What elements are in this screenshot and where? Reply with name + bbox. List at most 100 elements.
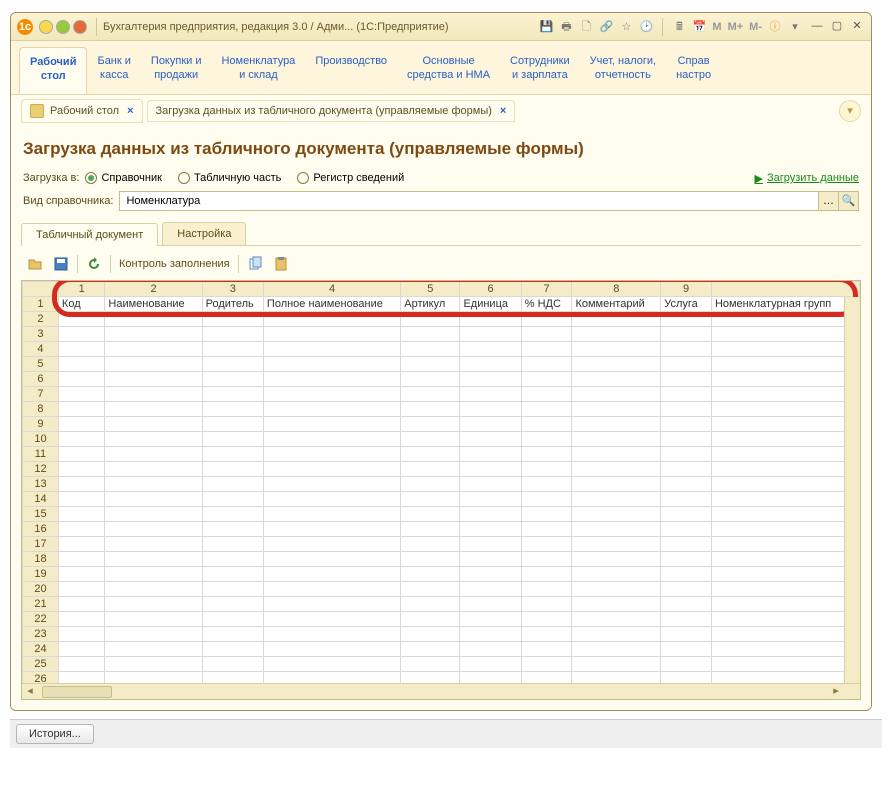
cell[interactable] [401,566,460,581]
cell[interactable] [263,536,400,551]
cell[interactable] [572,551,661,566]
cell[interactable] [460,326,521,341]
cell[interactable] [661,446,712,461]
col-header[interactable]: 9 [661,281,712,296]
cell[interactable] [572,626,661,641]
nav-nomenclature[interactable]: Номенклатураи склад [211,47,305,94]
cell[interactable] [460,581,521,596]
cell[interactable] [661,581,712,596]
cell[interactable] [105,326,202,341]
cell[interactable] [202,626,263,641]
cell[interactable] [661,371,712,386]
cell[interactable] [263,641,400,656]
row-header[interactable]: 17 [23,536,59,551]
cell[interactable] [460,371,521,386]
cell[interactable] [711,551,859,566]
cell[interactable] [263,326,400,341]
row-header[interactable]: 7 [23,386,59,401]
cell[interactable] [105,386,202,401]
header-cell[interactable]: Полное наименование [263,296,400,311]
cell[interactable] [711,371,859,386]
cell[interactable] [58,581,104,596]
cell[interactable] [58,491,104,506]
cell[interactable] [521,446,572,461]
cell[interactable] [711,491,859,506]
cell[interactable] [711,566,859,581]
header-cell[interactable]: Наименование [105,296,202,311]
cell[interactable] [572,326,661,341]
row-header[interactable]: 6 [23,371,59,386]
cell[interactable] [711,476,859,491]
cell[interactable] [105,566,202,581]
radio-tabsection[interactable]: Табличную часть [178,172,281,184]
cell[interactable] [572,596,661,611]
cell[interactable] [263,596,400,611]
cell[interactable] [572,641,661,656]
cell[interactable] [105,341,202,356]
cell[interactable] [58,536,104,551]
cell[interactable] [572,431,661,446]
cell[interactable] [661,416,712,431]
close-icon[interactable]: × [500,105,506,117]
cell[interactable] [460,596,521,611]
header-cell[interactable]: Номенклатурная групп [711,296,859,311]
nav-sales[interactable]: Покупки ипродажи [141,47,212,94]
cell[interactable] [521,416,572,431]
cell[interactable] [661,521,712,536]
col-header[interactable] [711,281,859,296]
cell[interactable] [202,356,263,371]
cell[interactable] [58,641,104,656]
cell[interactable] [711,311,859,326]
print-icon[interactable]: 🖶 [558,19,574,35]
cell[interactable] [661,341,712,356]
cell[interactable] [202,476,263,491]
cell[interactable] [711,581,859,596]
cell[interactable] [105,311,202,326]
cell[interactable] [401,506,460,521]
row-header[interactable]: 16 [23,521,59,536]
history-button[interactable]: История... [16,724,94,744]
cell[interactable] [58,416,104,431]
cell[interactable] [401,341,460,356]
cell[interactable] [711,446,859,461]
cell[interactable] [460,641,521,656]
cell[interactable] [521,356,572,371]
row-header[interactable]: 9 [23,416,59,431]
cell[interactable] [460,356,521,371]
cell[interactable] [661,461,712,476]
cell[interactable] [460,536,521,551]
cell[interactable] [572,311,661,326]
cell[interactable] [263,311,400,326]
cell[interactable] [202,566,263,581]
cell[interactable] [401,596,460,611]
scroll-left-icon[interactable]: ◂ [22,684,38,700]
cell[interactable] [572,386,661,401]
select-button[interactable]: … [818,192,838,210]
cell[interactable] [263,581,400,596]
cell[interactable] [521,491,572,506]
cell[interactable] [58,311,104,326]
col-header[interactable]: 5 [401,281,460,296]
cell[interactable] [521,431,572,446]
search-icon[interactable]: 🔍 [838,192,858,210]
cell[interactable] [711,506,859,521]
col-header[interactable]: 1 [58,281,104,296]
cell[interactable] [58,461,104,476]
cell[interactable] [401,446,460,461]
cell[interactable] [58,656,104,671]
calendar-icon[interactable]: 📅 [691,19,707,35]
preview-icon[interactable]: 🗋 [578,19,594,35]
cell[interactable] [401,611,460,626]
cell[interactable] [105,581,202,596]
sys-button[interactable] [73,20,87,34]
cell[interactable] [572,446,661,461]
cell[interactable] [401,641,460,656]
cell[interactable] [661,656,712,671]
doctab-load[interactable]: Загрузка данных из табличного документа … [147,100,516,122]
cell[interactable] [105,626,202,641]
cell[interactable] [661,551,712,566]
cell[interactable] [105,476,202,491]
cell[interactable] [202,401,263,416]
col-header[interactable]: 3 [202,281,263,296]
cell[interactable] [661,506,712,521]
